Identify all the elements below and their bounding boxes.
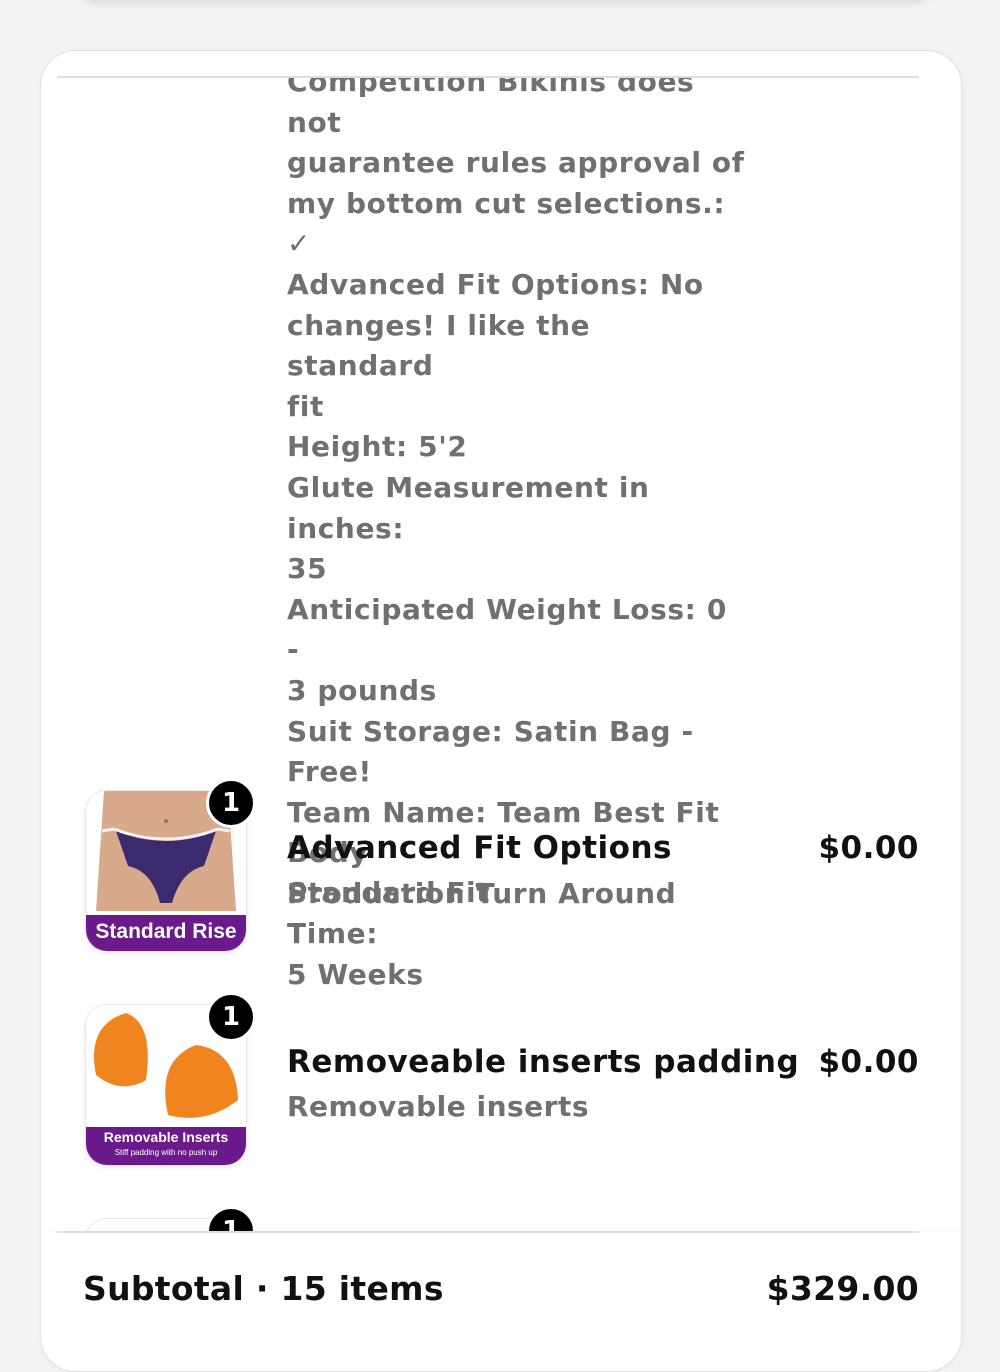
order-summary-card: Competition Bikinis does not guarantee r… <box>40 50 962 1372</box>
image-banner: Standard Rise <box>86 915 246 951</box>
image-banner: Removable Inserts Stiff padding with no … <box>86 1127 246 1165</box>
property-line: Free! <box>287 755 372 789</box>
property-line: Competition Bikinis does not <box>287 78 695 139</box>
property-line: changes! I like the standard <box>287 308 591 383</box>
item-price: $0.00 <box>818 1044 919 1080</box>
cart-item-removable-inserts[interactable]: Removable Inserts Stiff padding with no … <box>41 992 961 1184</box>
property-line: fit <box>287 389 324 423</box>
item-price: $0.00 <box>818 830 919 866</box>
cart-item-advanced-fit[interactable]: Standard Rise 1 Advanced Fit Options Sta… <box>41 778 961 970</box>
item-variant: Standard Fit <box>287 876 491 909</box>
subtotal-value: $329.00 <box>766 1269 919 1308</box>
subtotal-label: Subtotal · 15 items <box>83 1269 444 1308</box>
property-line: Anticipated Weight Loss: 0 - <box>287 592 727 667</box>
item-title: Advanced Fit Options <box>287 830 672 866</box>
quantity-badge: 1 <box>206 778 256 828</box>
property-line: Suit Storage: Satin Bag - <box>287 714 694 748</box>
property-line: 3 pounds <box>287 673 437 707</box>
item-title: Removeable inserts padding <box>287 1044 800 1080</box>
quantity-badge: 1 <box>206 992 256 1042</box>
property-line: Glute Measurement in inches: <box>287 470 650 545</box>
property-line: my bottom cut selections.: ✓ <box>287 186 726 261</box>
property-line: Height: 5'2 <box>287 430 468 464</box>
property-line: Advanced Fit Options: No <box>287 267 704 301</box>
bottom-divider <box>57 1231 919 1233</box>
cart-line-items-scroll[interactable]: Competition Bikinis does not guarantee r… <box>41 78 961 1233</box>
property-line: guarantee rules approval of <box>287 146 745 180</box>
property-line: 35 <box>287 552 328 586</box>
item-variant: Removable inserts <box>287 1090 590 1123</box>
